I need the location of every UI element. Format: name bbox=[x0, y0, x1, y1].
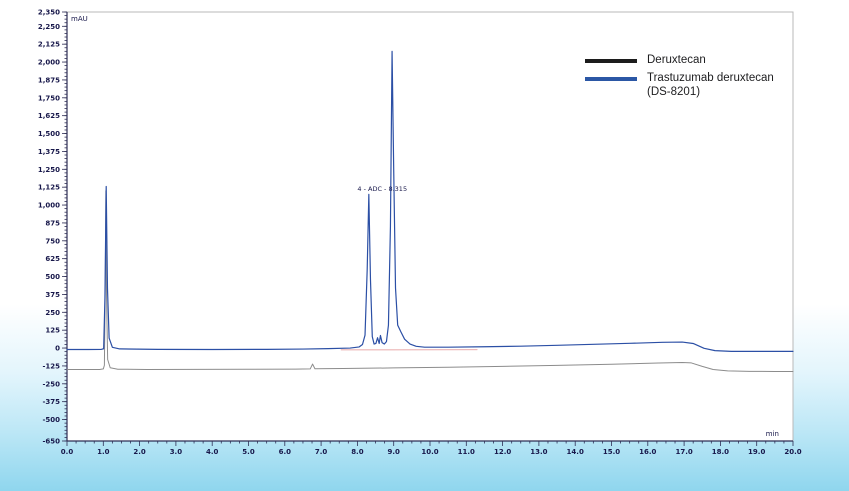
svg-text:1,750: 1,750 bbox=[38, 94, 60, 102]
slide-background: 0.0 1.0 2.0 3.0 4.0 5.0 6.0 7.0 8.0 9.0 10.0 11.0 12… bbox=[0, 0, 849, 491]
legend-item-trastuzumab-deruxtecan: Trastuzumab deruxtecan (DS-8201) bbox=[585, 72, 774, 100]
svg-text:5.0: 5.0 bbox=[242, 448, 255, 456]
svg-text:20.0: 20.0 bbox=[784, 448, 801, 456]
svg-text:2.0: 2.0 bbox=[133, 448, 146, 456]
svg-text:19.0: 19.0 bbox=[748, 448, 765, 456]
svg-text:375: 375 bbox=[45, 291, 60, 299]
svg-text:-650: -650 bbox=[42, 438, 60, 446]
svg-text:1,000: 1,000 bbox=[38, 202, 60, 210]
svg-text:0: 0 bbox=[55, 345, 60, 353]
svg-text:1,625: 1,625 bbox=[38, 112, 60, 120]
svg-text:750: 750 bbox=[45, 237, 60, 245]
svg-text:1,875: 1,875 bbox=[38, 76, 60, 84]
legend-label-line1: Trastuzumab deruxtecan bbox=[647, 72, 774, 84]
svg-text:13.0: 13.0 bbox=[530, 448, 547, 456]
legend: Deruxtecan Trastuzumab deruxtecan (DS-82… bbox=[585, 54, 774, 99]
svg-text:125: 125 bbox=[45, 327, 60, 335]
legend-label-trastuzumab-deruxtecan: Trastuzumab deruxtecan (DS-8201) bbox=[647, 72, 774, 100]
svg-text:7.0: 7.0 bbox=[315, 448, 328, 456]
svg-text:2,000: 2,000 bbox=[38, 59, 60, 67]
svg-text:16.0: 16.0 bbox=[639, 448, 656, 456]
svg-text:8.0: 8.0 bbox=[351, 448, 364, 456]
legend-swatch-deruxtecan bbox=[585, 59, 637, 63]
legend-item-deruxtecan: Deruxtecan bbox=[585, 54, 774, 68]
legend-swatch-trastuzumab-deruxtecan bbox=[585, 77, 637, 81]
svg-text:625: 625 bbox=[45, 255, 60, 263]
svg-text:14.0: 14.0 bbox=[567, 448, 584, 456]
svg-text:15.0: 15.0 bbox=[603, 448, 620, 456]
svg-text:11.0: 11.0 bbox=[458, 448, 475, 456]
svg-text:500: 500 bbox=[45, 273, 60, 281]
svg-text:12.0: 12.0 bbox=[494, 448, 511, 456]
svg-text:1,500: 1,500 bbox=[38, 130, 60, 138]
svg-text:18.0: 18.0 bbox=[712, 448, 729, 456]
svg-text:10.0: 10.0 bbox=[421, 448, 438, 456]
svg-text:1,250: 1,250 bbox=[38, 166, 60, 174]
svg-text:1,125: 1,125 bbox=[38, 184, 60, 192]
svg-text:-250: -250 bbox=[42, 380, 60, 388]
svg-text:-125: -125 bbox=[42, 362, 60, 370]
svg-text:2,250: 2,250 bbox=[38, 23, 60, 31]
svg-text:4.0: 4.0 bbox=[206, 448, 219, 456]
svg-text:875: 875 bbox=[45, 219, 60, 227]
svg-text:2,125: 2,125 bbox=[38, 41, 60, 49]
peak-annotation: 4 - ADC - 8.315 bbox=[357, 185, 407, 193]
svg-text:2,350: 2,350 bbox=[38, 9, 60, 17]
svg-text:9.0: 9.0 bbox=[387, 448, 400, 456]
legend-label-deruxtecan: Deruxtecan bbox=[647, 54, 706, 68]
svg-text:-500: -500 bbox=[42, 416, 60, 424]
svg-text:1.0: 1.0 bbox=[97, 448, 110, 456]
svg-text:3.0: 3.0 bbox=[170, 448, 183, 456]
svg-text:250: 250 bbox=[45, 309, 60, 317]
x-axis-unit-label: min bbox=[766, 430, 779, 438]
svg-text:6.0: 6.0 bbox=[279, 448, 292, 456]
svg-text:0.0: 0.0 bbox=[61, 448, 74, 456]
svg-text:-375: -375 bbox=[42, 398, 60, 406]
svg-text:1,375: 1,375 bbox=[38, 148, 60, 156]
svg-text:17.0: 17.0 bbox=[675, 448, 692, 456]
y-axis-unit-label: mAU bbox=[71, 15, 88, 23]
legend-label-line2: (DS-8201) bbox=[647, 86, 700, 98]
